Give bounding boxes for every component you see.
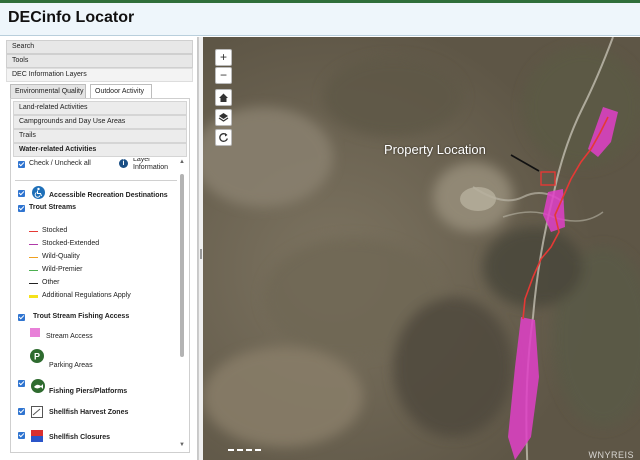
svg-text:P: P <box>34 352 40 362</box>
legend-line-wild-premier <box>29 270 38 271</box>
app-title: DECinfo Locator <box>8 9 135 26</box>
fishing-access-checkbox[interactable] <box>18 314 25 321</box>
property-location-label: Property Location <box>384 142 486 157</box>
shellfish-zone-icon <box>31 406 43 418</box>
scroll-up-icon[interactable]: ▲ <box>178 158 186 166</box>
water-layer-list: Check / Uncheck all i Layer Information … <box>15 158 181 450</box>
trout-streams-checkbox[interactable] <box>18 205 25 212</box>
parking-areas-label: Parking Areas <box>49 362 93 369</box>
legend-other: Other <box>42 279 60 286</box>
legend-stocked-extended: Stocked-Extended <box>42 240 100 247</box>
legend-wild-quality: Wild-Quality <box>42 253 80 260</box>
fishing-piers-label: Fishing Piers/Platforms <box>49 388 128 395</box>
accordion-dec-information-layers[interactable]: DEC Information Layers <box>6 68 193 82</box>
layers-button[interactable] <box>215 109 232 126</box>
legend-wild-premier: Wild-Premier <box>42 266 83 273</box>
splitter-grip[interactable] <box>200 249 202 259</box>
accessible-recreation-checkbox[interactable] <box>18 190 25 197</box>
shellfish-harvest-label: Shellfish Harvest Zones <box>49 409 129 416</box>
tab-outdoor-activity[interactable]: Outdoor Activity <box>90 84 152 98</box>
accessible-recreation-label: Accessible Recreation Destinations <box>49 192 168 199</box>
layers-icon <box>218 113 229 122</box>
wheelchair-icon <box>32 186 45 199</box>
shellfish-closure-icon <box>31 430 43 442</box>
trout-streams-label: Trout Streams <box>29 204 77 211</box>
shellfish-closures-checkbox[interactable] <box>18 432 25 439</box>
outdoor-activity-panel: Land-related Activities Campgrounds and … <box>10 98 190 453</box>
watermark: WNYREIS <box>588 450 634 460</box>
map-view[interactable]: + − Property Location WNYREIS <box>203 37 640 460</box>
zoom-out-button[interactable]: − <box>215 67 232 84</box>
stream-access-label: Stream Access <box>46 333 93 340</box>
subsection-campgrounds[interactable]: Campgrounds and Day Use Areas <box>13 115 187 129</box>
scroll-thumb[interactable] <box>180 174 184 357</box>
accordion-search[interactable]: Search <box>6 40 193 54</box>
info-icon[interactable]: i <box>119 159 128 168</box>
fish-icon <box>31 379 45 393</box>
legend-line-stocked <box>29 231 38 232</box>
sidebar: Search Tools DEC Information Layers Envi… <box>0 37 198 460</box>
layer-list-scrollbar[interactable]: ▲ ▼ <box>178 158 186 451</box>
zoom-in-button[interactable]: + <box>215 49 232 66</box>
refresh-button[interactable] <box>215 129 232 146</box>
refresh-icon <box>219 133 228 142</box>
tab-environmental-quality[interactable]: Environmental Quality <box>10 84 86 98</box>
legend-line-other <box>29 283 38 284</box>
shellfish-closures-label: Shellfish Closures <box>49 434 111 441</box>
legend-line-wild-quality <box>29 257 38 258</box>
legend-line-additional-regulations <box>29 295 38 298</box>
home-button[interactable] <box>215 89 232 106</box>
check-all-label: Check / Uncheck all <box>29 160 91 167</box>
legend-stocked: Stocked <box>42 227 68 234</box>
divider <box>15 180 177 181</box>
check-all-checkbox[interactable] <box>18 161 25 168</box>
fishing-piers-checkbox[interactable] <box>18 380 25 387</box>
home-icon <box>219 93 228 102</box>
subsection-land-related[interactable]: Land-related Activities <box>13 101 187 115</box>
parking-icon: P <box>30 349 44 363</box>
app-header: DECinfo Locator <box>0 3 640 36</box>
subsection-water-related[interactable]: Water-related Activities <box>13 143 187 157</box>
satellite-imagery <box>203 37 640 460</box>
accordion-tools[interactable]: Tools <box>6 54 193 68</box>
stream-access-swatch <box>30 328 40 337</box>
subsection-trails[interactable]: Trails <box>13 129 187 143</box>
legend-line-stocked-extended <box>29 244 38 245</box>
fishing-access-label: Trout Stream Fishing Access <box>33 313 130 320</box>
shellfish-harvest-checkbox[interactable] <box>18 408 25 415</box>
scroll-down-icon[interactable]: ▼ <box>178 441 186 449</box>
legend-additional-regulations: Additional Regulations Apply <box>42 292 131 299</box>
layer-information-label: Layer Information <box>133 158 169 171</box>
